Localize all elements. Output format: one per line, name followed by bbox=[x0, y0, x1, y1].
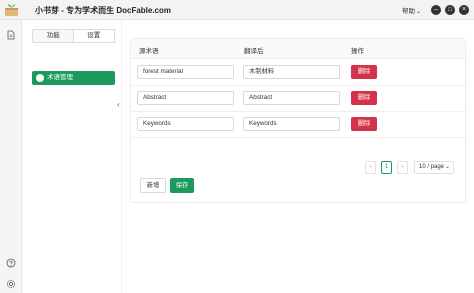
app-logo-icon bbox=[5, 4, 18, 16]
chevron-down-icon: ⌄ bbox=[444, 164, 450, 170]
settings-icon[interactable] bbox=[6, 279, 16, 289]
delete-button[interactable]: 删除 bbox=[351, 117, 377, 131]
terms-table: 源术语 翻译后 操作 forest material 木制材料 删除 Abstr… bbox=[130, 38, 466, 203]
delete-button[interactable]: 删除 bbox=[351, 65, 377, 79]
table-row: Keywords Keywords 删除 bbox=[131, 112, 465, 138]
app-title: 小书芽 - 专为学术而生 DocFable.com bbox=[35, 6, 172, 15]
term-icon bbox=[36, 74, 44, 82]
source-term-input[interactable]: Abstract bbox=[137, 91, 234, 105]
table-header: 源术语 翻译后 操作 bbox=[131, 39, 465, 59]
prev-page-button[interactable]: ‹ bbox=[365, 161, 376, 174]
icon-rail bbox=[0, 20, 22, 293]
column-actions: 操作 bbox=[351, 48, 364, 55]
source-term-input[interactable]: forest material bbox=[137, 65, 234, 79]
menu-item-label: 术语管理 bbox=[47, 74, 73, 81]
table-row: forest material 木制材料 删除 bbox=[131, 60, 465, 86]
page-size-select[interactable]: 10 / page ⌄ bbox=[414, 161, 454, 174]
page-size-value: 10 / page bbox=[419, 164, 445, 170]
table-row: Abstract Abstract 删除 bbox=[131, 86, 465, 112]
translated-term-input[interactable]: 木制材料 bbox=[243, 65, 340, 79]
translated-term-input[interactable]: Keywords bbox=[243, 117, 340, 131]
chevron-down-icon: ⌄ bbox=[416, 9, 422, 15]
add-button[interactable]: 新增 bbox=[140, 178, 166, 193]
maximize-button[interactable]: □ bbox=[445, 5, 455, 15]
column-translated: 翻译后 bbox=[244, 48, 264, 55]
translated-term-input[interactable]: Abstract bbox=[243, 91, 340, 105]
help-icon[interactable] bbox=[6, 258, 16, 268]
tab-features[interactable]: 功能 bbox=[33, 30, 74, 42]
tab-settings[interactable]: 设置 bbox=[72, 29, 115, 43]
save-button[interactable]: 保存 bbox=[170, 178, 194, 193]
source-term-input[interactable]: Keywords bbox=[137, 117, 234, 131]
pagination: ‹ 1 › 10 / page ⌄ bbox=[131, 161, 465, 174]
minimize-button[interactable]: – bbox=[431, 5, 441, 15]
side-panel: 功能 设置 术语管理 bbox=[22, 20, 122, 293]
close-button[interactable]: × bbox=[459, 5, 469, 15]
next-page-button[interactable]: › bbox=[397, 161, 408, 174]
help-menu[interactable]: 帮助⌄ bbox=[402, 5, 421, 15]
document-icon[interactable] bbox=[6, 30, 16, 40]
help-menu-label: 帮助 bbox=[402, 8, 415, 15]
panel-tabs: 功能 设置 bbox=[32, 29, 115, 43]
page-number-button[interactable]: 1 bbox=[381, 161, 392, 174]
menu-item-term-management[interactable]: 术语管理 bbox=[32, 71, 115, 85]
column-source-term: 源术语 bbox=[139, 48, 159, 55]
main-content: 源术语 翻译后 操作 forest material 木制材料 删除 Abstr… bbox=[122, 20, 474, 293]
delete-button[interactable]: 删除 bbox=[351, 91, 377, 105]
title-bar: 小书芽 - 专为学术而生 DocFable.com 帮助⌄ – □ × bbox=[0, 0, 474, 20]
